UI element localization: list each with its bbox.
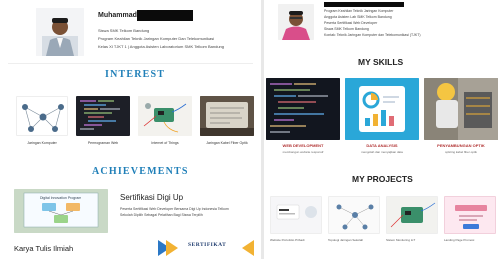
interest-image-code[interactable]: [76, 96, 130, 136]
interest-caption: Pemrograman Web: [87, 141, 119, 145]
project-image-4[interactable]: [444, 196, 496, 234]
interest-caption: Jaringan Kabel Fiber Optik: [206, 141, 248, 145]
right-portfolio-panel: Program Keahlian Teknik Jaringan Kompute…: [264, 0, 498, 259]
achievements-heading: ACHIEVEMENTS: [92, 166, 189, 177]
certificate-thumbnail[interactable]: SERTIFIKAT: [158, 238, 254, 259]
slide-title: Digital Innovation Program: [40, 196, 82, 200]
skills-heading: MY SKILLS: [358, 57, 404, 67]
profile-line: Kelas XI TJKT 1 | Anggota Asisten Labora…: [98, 44, 224, 49]
interest-image-network[interactable]: [16, 96, 68, 136]
interest-image-fiber[interactable]: [200, 96, 254, 136]
profile-line: Peserta Sertifikasi Web Developer: [324, 21, 378, 25]
project-image-2[interactable]: [328, 196, 380, 234]
project-caption: Topologi Jaringan Sekolah: [328, 238, 364, 242]
profile-line: Siswa SMK Telkom Bandung: [98, 28, 150, 33]
skill-subtitle: membangun website responsif: [282, 150, 324, 154]
projects-heading: MY PROJECTS: [352, 174, 413, 184]
interest-caption: Jaringan Komputer: [27, 141, 57, 145]
interest-image-iot[interactable]: [138, 96, 192, 136]
skill-title: DATA ANALYSIS: [366, 143, 398, 148]
section-divider: [8, 63, 253, 64]
profile-name: Muhammad: [98, 12, 137, 19]
profile-line: Program Keahlian Teknik Jaringan Kompute…: [324, 9, 394, 13]
profile-line: Anggota Asisten Lab SMK Telkom Bandung: [324, 15, 392, 19]
project-image-3[interactable]: [386, 196, 438, 234]
interest-caption: Internet of Things: [151, 141, 179, 145]
achievement-photo-presentation[interactable]: Digital Innovation Program: [14, 189, 108, 233]
profile-line: Program Keahlian Teknik Jaringan Kompute…: [98, 36, 215, 41]
achievement-desc: Sekolah Dipilih Sebagai Pelatihan Bagi S…: [120, 213, 203, 217]
interest-heading: INTEREST: [105, 69, 166, 80]
left-portfolio-panel: Muhammad Siswa SMK Telkom Bandung Progra…: [0, 0, 261, 259]
skill-subtitle: splicing kabel fiber optik: [445, 150, 477, 154]
skill-image-fiber[interactable]: [424, 78, 498, 140]
skill-image-web[interactable]: [266, 78, 340, 140]
profile-photo-small: [278, 4, 314, 40]
project-caption: Sistem Monitoring IoT: [386, 238, 416, 242]
profile-line: Siswa SMK Telkom Bandung: [324, 27, 369, 31]
redacted-surname: [137, 10, 193, 21]
project-caption: Website Portofolio Pribadi: [270, 238, 305, 242]
karya-tulis-title: Karya Tulis Ilmiah: [14, 244, 74, 253]
achievement-desc: Peserta Sertifikasi Web Developer Bersam…: [120, 207, 229, 211]
profile-photo: [36, 8, 84, 56]
project-image-1[interactable]: [270, 196, 322, 234]
skill-subtitle: mengolah dan menyajikan data: [361, 150, 403, 154]
skill-title: PENYAMBUNGAN OPTIK: [437, 143, 485, 148]
redacted-profile-top: [324, 2, 404, 7]
certificate-label: SERTIFIKAT: [188, 242, 227, 248]
achievement-title: Sertifikasi Digi Up: [120, 193, 184, 202]
project-caption: Landing Page Promosi: [444, 238, 475, 242]
skill-image-data[interactable]: [345, 78, 419, 140]
skill-title: WEB DEVELOPMENT: [282, 143, 324, 148]
profile-line: Kontak: Teknik Jaringan Komputer dan Tel…: [324, 33, 421, 37]
